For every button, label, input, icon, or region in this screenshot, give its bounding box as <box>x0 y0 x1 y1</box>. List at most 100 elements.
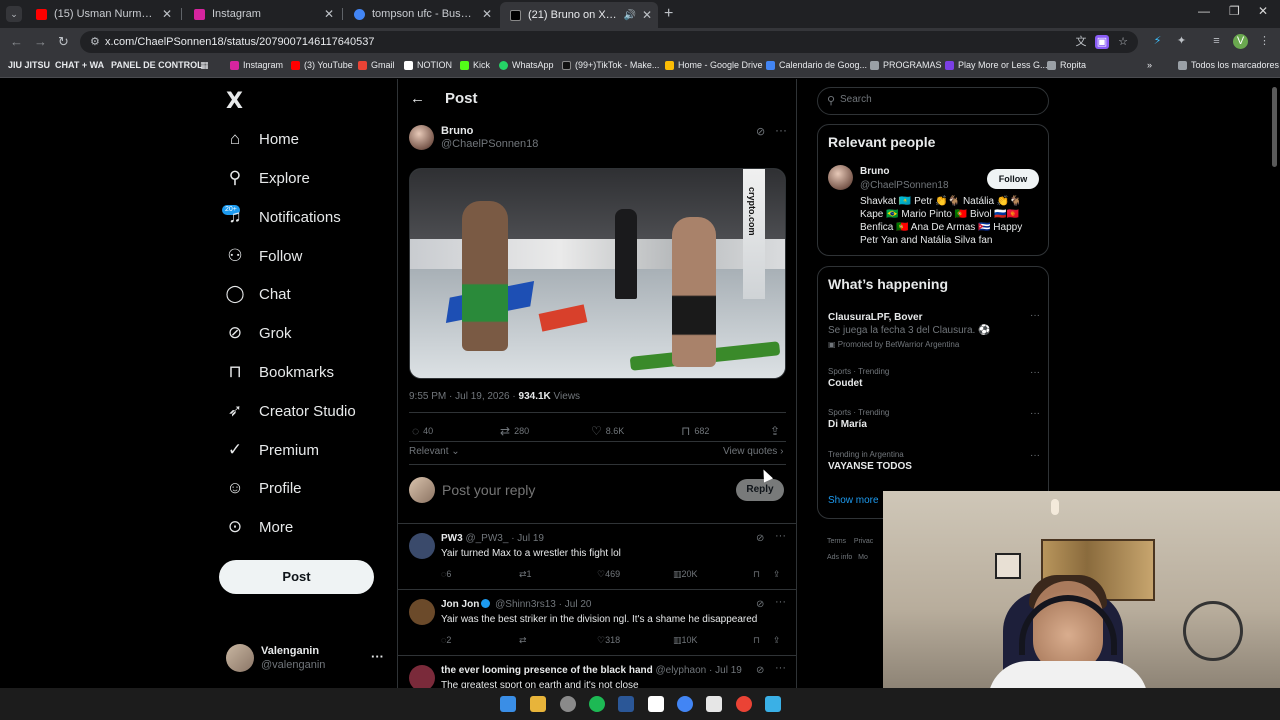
reply-views-action[interactable]: ▥ 10K <box>673 635 698 646</box>
footer-link[interactable]: Privac <box>854 538 873 545</box>
reply-post[interactable]: Jon Jon @Shinn3rs13 · Jul 20 ⊘ ··· Yair … <box>398 589 796 655</box>
bookmark-whatsapp[interactable]: WhatsApp <box>499 60 554 70</box>
reply-repost-action[interactable]: ⇄ <box>519 635 527 646</box>
reply-author[interactable]: the ever looming presence of the black h… <box>441 665 653 676</box>
nav-grok[interactable]: ⊘ Grok <box>225 318 292 348</box>
avatar[interactable] <box>409 533 435 559</box>
word-icon[interactable] <box>618 696 634 712</box>
tab-search-icon[interactable]: ⌄ <box>6 6 22 22</box>
bookmark-icon[interactable]: ⊓ <box>753 569 760 580</box>
nav-chat[interactable]: ◯ Chat <box>225 279 290 309</box>
forward-icon[interactable]: → <box>34 34 47 49</box>
reply-button[interactable]: Reply <box>736 479 784 501</box>
post-more-icon[interactable]: ··· <box>775 123 787 137</box>
file-explorer-icon[interactable] <box>530 696 546 712</box>
star-icon[interactable]: ☆ <box>1116 35 1130 49</box>
puzzle-icon[interactable]: ✦ <box>1174 34 1189 49</box>
bookmark-calendar[interactable]: Calendario de Goog... <box>766 60 867 70</box>
new-tab-button[interactable]: + <box>664 5 673 23</box>
chrome-icon[interactable] <box>677 696 693 712</box>
bookmark-instagram[interactable]: Instagram <box>230 60 283 70</box>
author-handle[interactable]: @ChaelPSonnen18 <box>441 138 538 150</box>
account-switcher[interactable]: Valenganin @valenganin <box>226 644 325 672</box>
reply-handle[interactable]: @elyphaon <box>656 665 707 676</box>
notion-icon[interactable] <box>648 696 664 712</box>
bookmark-gmail[interactable]: Gmail <box>358 60 395 70</box>
extension-icon[interactable]: ⚡ <box>1150 34 1165 49</box>
nav-explore[interactable]: ⚲ Explore <box>225 163 310 193</box>
close-tab-icon[interactable]: ✕ <box>482 7 492 21</box>
reply-date[interactable]: · Jul 20 <box>559 599 592 610</box>
bookmark-tiktok[interactable]: (99+)TikTok - Make... <box>562 60 659 70</box>
trend-more-icon[interactable]: ··· <box>1030 450 1040 461</box>
trend-item[interactable]: Sports · Trending Coudet ··· <box>828 367 1040 389</box>
share-icon[interactable]: ⇪ <box>773 569 781 580</box>
scrollbar[interactable] <box>1272 87 1277 167</box>
close-tab-icon[interactable]: ✕ <box>642 8 652 22</box>
reply-input[interactable] <box>442 482 722 498</box>
media-icon[interactable]: ≡ <box>1209 34 1224 49</box>
settings-icon[interactable] <box>560 696 576 712</box>
reply-reply-action[interactable]: ◌ 6 <box>441 569 451 579</box>
browser-tab-google[interactable]: tompson ufc - Buscar con Goo ✕ <box>344 3 498 25</box>
chrome-active-icon[interactable] <box>736 696 752 712</box>
grok-explain-icon[interactable]: ⊘ <box>756 533 764 544</box>
nav-follow[interactable]: ⚇ Follow <box>225 241 302 271</box>
browser-tab-instagram[interactable]: Instagram ✕ <box>184 3 340 25</box>
reply-repost-action[interactable]: ⇄ 1 <box>519 569 532 580</box>
bookmark-ropita[interactable]: Ropita <box>1047 60 1086 70</box>
nav-premium[interactable]: ✓ Premium <box>225 435 319 465</box>
capcut-icon[interactable] <box>706 696 722 712</box>
reply-views-action[interactable]: ▥ 20K <box>673 569 698 580</box>
all-bookmarks[interactable]: Todos los marcadores <box>1178 60 1279 70</box>
account-more-icon[interactable]: ··· <box>371 649 384 664</box>
browser-tab-youtube[interactable]: (15) Usman Nurmagomedov vs ✕ <box>26 3 178 25</box>
reply-action[interactable]: ◌ 40 <box>412 424 433 438</box>
spotify-icon[interactable] <box>589 696 605 712</box>
like-action[interactable]: ♡ 8.6K <box>591 424 624 438</box>
profile-avatar-icon[interactable]: V <box>1233 34 1248 49</box>
minimize-icon[interactable]: — <box>1198 4 1210 18</box>
grok-explain-icon[interactable]: ⊘ <box>756 125 765 138</box>
bookmark-panel[interactable]: PANEL DE CONTROL <box>111 60 203 70</box>
translate-icon[interactable]: 文 <box>1074 35 1088 49</box>
reply-more-icon[interactable]: ··· <box>775 596 786 608</box>
close-tab-icon[interactable]: ✕ <box>324 7 334 21</box>
grok-explain-icon[interactable]: ⊘ <box>756 665 764 676</box>
restore-icon[interactable]: ❐ <box>1229 4 1240 18</box>
post-button[interactable]: Post <box>219 560 374 594</box>
url-text[interactable]: x.com/ChaelPSonnen18/status/207900714611… <box>105 36 375 48</box>
share-action[interactable]: ⇪ <box>770 424 784 438</box>
nav-notifications[interactable]: ♫ Notifications <box>225 202 341 232</box>
close-tab-icon[interactable]: ✕ <box>162 7 172 21</box>
nav-bookmarks[interactable]: ⊓ Bookmarks <box>225 357 334 387</box>
windows-start-icon[interactable] <box>500 696 516 712</box>
reload-icon[interactable]: ↻ <box>58 34 69 50</box>
search-input[interactable] <box>840 94 1040 105</box>
trend-item[interactable]: Sports · Trending Di María ··· <box>828 408 1040 430</box>
bookmark-jiu-jitsu[interactable]: JIU JITSU <box>8 60 50 70</box>
avatar[interactable] <box>828 165 853 190</box>
nav-profile[interactable]: ☺ Profile <box>225 473 301 503</box>
view-quotes-link[interactable]: View quotes › <box>723 446 783 457</box>
bookmark-chat-wa[interactable]: CHAT + WA <box>55 60 104 70</box>
reply-handle[interactable]: @Shinn3rs13 <box>495 599 556 610</box>
trend-item[interactable]: ClausuraLPF, Bover Se juega la fecha 3 d… <box>828 310 1040 349</box>
nav-more[interactable]: ⊙ More <box>225 512 293 542</box>
trend-more-icon[interactable]: ··· <box>1030 310 1040 321</box>
bookmark-icon[interactable]: ⊓ <box>753 635 760 646</box>
reply-reply-action[interactable]: ◌ 2 <box>441 635 451 645</box>
site-info-icon[interactable]: ⚙ <box>90 35 100 48</box>
reply-handle[interactable]: @_PW3_ <box>465 533 508 544</box>
footer-link[interactable]: Terms <box>827 538 846 545</box>
x-logo-icon[interactable]: X <box>226 89 243 114</box>
trend-more-icon[interactable]: ··· <box>1030 408 1040 419</box>
reply-like-action[interactable]: ♡ 318 <box>597 635 620 646</box>
trend-more-icon[interactable]: ··· <box>1030 367 1040 378</box>
avatar[interactable] <box>409 599 435 625</box>
bookmark-kick[interactable]: Kick <box>460 60 490 70</box>
reply-date[interactable]: · Jul 19 <box>511 533 544 544</box>
bookmark-notion[interactable]: NOTION <box>404 60 452 70</box>
reply-like-action[interactable]: ♡ 469 <box>597 569 620 580</box>
nav-home[interactable]: ⌂ Home <box>225 124 299 154</box>
